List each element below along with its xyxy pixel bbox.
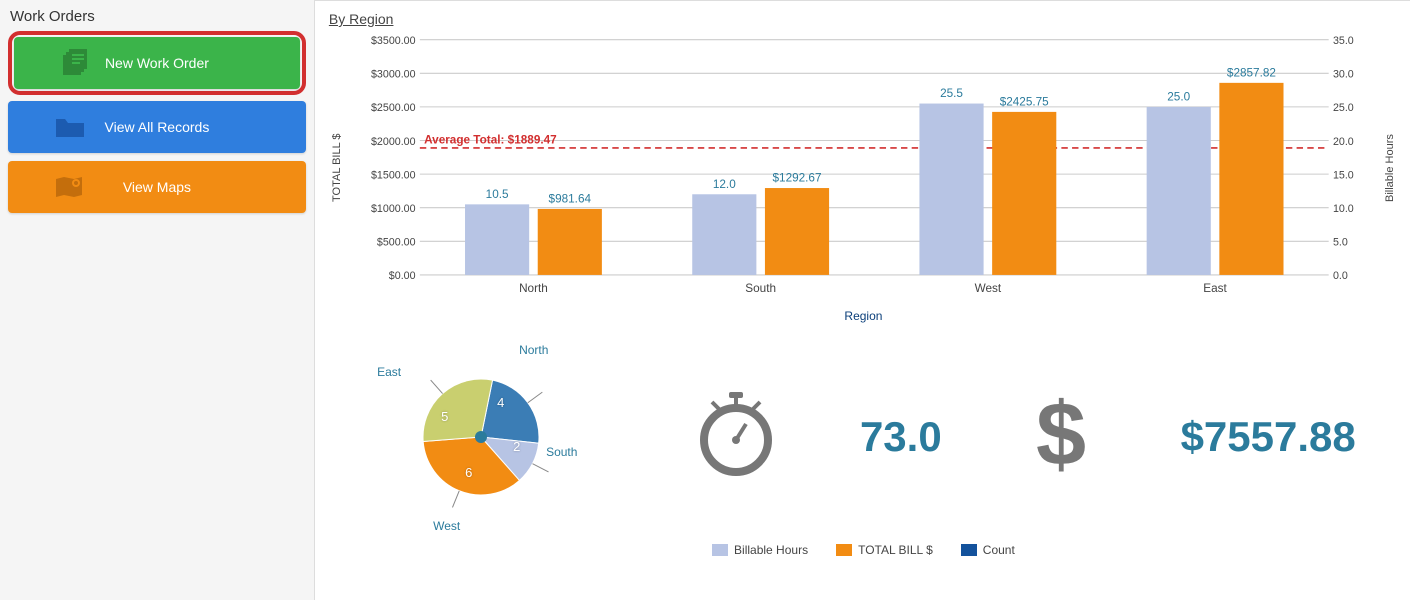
- work-orders-title: Work Orders: [8, 4, 306, 31]
- pie-label-north: North: [519, 343, 548, 357]
- svg-text:35.0: 35.0: [1333, 35, 1354, 47]
- legend-item-count: Count: [961, 543, 1015, 557]
- svg-text:10.0: 10.0: [1333, 203, 1354, 215]
- pie-value-west: 6: [465, 465, 472, 480]
- pie-value-north: 4: [497, 395, 504, 410]
- y-left-axis-label: TOTAL BILL $: [329, 29, 345, 307]
- svg-text:5.0: 5.0: [1333, 237, 1348, 249]
- svg-text:$0.00: $0.00: [389, 270, 416, 282]
- bar-chart: TOTAL BILL $ $0.00 $500.00 $1000.00 $1500.0…: [329, 29, 1398, 307]
- svg-text:$500.00: $500.00: [377, 237, 416, 249]
- svg-text:$3000.00: $3000.00: [371, 69, 416, 81]
- by-region-heading: By Region: [329, 11, 1398, 27]
- view-maps-label: View Maps: [123, 179, 191, 195]
- svg-text:$2425.75: $2425.75: [1000, 95, 1049, 108]
- svg-text:15.0: 15.0: [1333, 169, 1354, 181]
- svg-text:25.0: 25.0: [1167, 90, 1190, 103]
- stopwatch-icon: [696, 390, 776, 485]
- folder-icon: [46, 115, 94, 139]
- svg-text:East: East: [1203, 282, 1227, 295]
- view-all-records-button[interactable]: View All Records: [8, 101, 306, 153]
- view-maps-button[interactable]: View Maps: [8, 161, 306, 213]
- pie-label-west: West: [433, 519, 460, 533]
- svg-text:$2857.82: $2857.82: [1227, 66, 1276, 79]
- legend: Billable Hours TOTAL BILL $ Count: [329, 537, 1398, 557]
- pie-label-east: East: [377, 365, 401, 379]
- total-bill-amount: $7557.88: [1181, 413, 1356, 461]
- svg-text:0.0: 0.0: [1333, 270, 1348, 282]
- svg-text:West: West: [974, 282, 1001, 295]
- billable-hours-total: 73.0: [860, 413, 942, 461]
- svg-text:$2000.00: $2000.00: [371, 136, 416, 148]
- svg-text:North: North: [519, 282, 548, 295]
- map-icon: [46, 175, 94, 199]
- svg-text:$: $: [1036, 385, 1086, 485]
- view-all-records-label: View All Records: [105, 119, 210, 135]
- pie-value-south: 2: [513, 439, 520, 454]
- svg-text:South: South: [745, 282, 776, 295]
- svg-text:$1292.67: $1292.67: [772, 172, 821, 185]
- pie-chart: North South West East 4 2 6 5: [371, 337, 611, 537]
- legend-item-billable: Billable Hours: [712, 543, 808, 557]
- legend-item-total: TOTAL BILL $: [836, 543, 933, 557]
- svg-text:$3500.00: $3500.00: [371, 35, 416, 47]
- svg-text:$2500.00: $2500.00: [371, 102, 416, 114]
- document-icon: [52, 49, 100, 77]
- svg-text:$1500.00: $1500.00: [371, 169, 416, 181]
- x-axis-label: Region: [329, 307, 1398, 329]
- highlight-box: New Work Order: [8, 31, 306, 95]
- new-work-order-button[interactable]: New Work Order: [14, 37, 300, 89]
- svg-text:10.5: 10.5: [486, 188, 509, 201]
- svg-text:20.0: 20.0: [1333, 136, 1354, 148]
- svg-text:$981.64: $981.64: [548, 193, 591, 206]
- svg-text:25.5: 25.5: [940, 87, 963, 100]
- y-right-axis-label: Billable Hours: [1382, 29, 1398, 307]
- svg-text:Average Total: $1889.47: Average Total: $1889.47: [424, 134, 557, 147]
- svg-text:30.0: 30.0: [1333, 69, 1354, 81]
- svg-text:12.0: 12.0: [713, 178, 736, 191]
- new-work-order-label: New Work Order: [105, 55, 209, 71]
- pie-value-east: 5: [441, 409, 448, 424]
- svg-text:$1000.00: $1000.00: [371, 203, 416, 215]
- dollar-icon: $: [1026, 385, 1096, 490]
- pie-label-south: South: [546, 445, 577, 459]
- svg-text:25.0: 25.0: [1333, 102, 1354, 114]
